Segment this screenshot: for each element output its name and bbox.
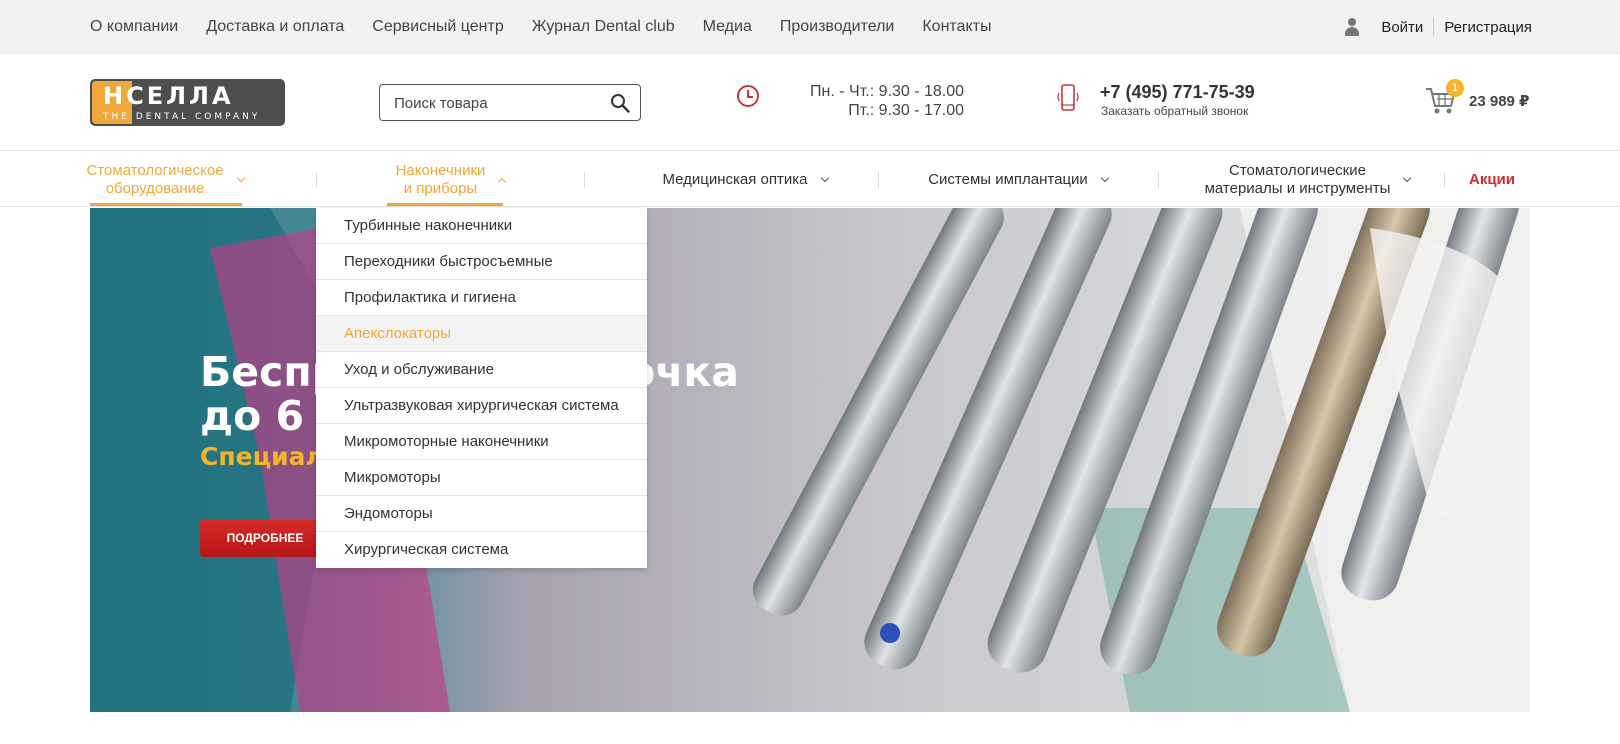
cart-total: 23 989 ₽ (1469, 93, 1530, 110)
cart[interactable]: 1 23 989 ₽ (1425, 79, 1533, 124)
nav-link-journal[interactable]: Журнал Dental club (532, 18, 675, 36)
divider (1444, 172, 1445, 188)
user-icon (1345, 18, 1360, 36)
dropdown-item-ultrasonic-surgery[interactable]: Ультразвуковая хирургическая система (316, 388, 647, 424)
divider (1433, 18, 1435, 36)
category-label: Системы имплантации (928, 170, 1088, 188)
handpieces-dropdown-menu: Турбинные наконечники Переходники быстро… (316, 208, 647, 568)
nav-link-contacts[interactable]: Контакты (922, 18, 991, 36)
search-box (379, 84, 641, 121)
dropdown-item-turbine-handpieces[interactable]: Турбинные наконечники (316, 208, 647, 244)
register-link[interactable]: Регистрация (1444, 19, 1532, 36)
dropdown-item-care-maintenance[interactable]: Уход и обслуживание (316, 352, 647, 388)
cart-count-badge: 1 (1446, 79, 1464, 97)
dropdown-item-endomotors[interactable]: Эндомоторы (316, 496, 647, 532)
nav-link-media[interactable]: Медиа (703, 18, 752, 36)
login-link[interactable]: Войти (1381, 19, 1423, 36)
chevron-up-icon (498, 177, 507, 186)
category-dental-materials[interactable]: Стоматологические материалы и инструменты (1185, 152, 1430, 207)
divider (584, 172, 585, 188)
top-bar: О компании Доставка и оплата Сервисный ц… (0, 0, 1620, 54)
category-label-line2: материалы и инструменты (1204, 179, 1391, 197)
category-label-line1: Стоматологическое (86, 161, 224, 179)
category-handpieces[interactable]: Наконечники и приборы (378, 152, 523, 207)
category-medical-optics[interactable]: Медицинская оптика (640, 152, 850, 207)
category-label: Медицинская оптика (662, 170, 808, 188)
category-label-line2: и приборы (403, 179, 478, 197)
divider (878, 172, 879, 188)
mobile-phone-icon (1057, 84, 1079, 111)
dropdown-item-surgical-system[interactable]: Хирургическая система (316, 532, 647, 568)
dropdown-item-quick-couplers[interactable]: Переходники быстросъемные (316, 244, 647, 280)
active-underline (90, 203, 242, 206)
logo-title: НСЕЛЛА (103, 82, 234, 110)
more-button[interactable]: ПОДРОБНЕЕ (200, 520, 330, 557)
divider (1158, 172, 1159, 188)
search-input[interactable] (394, 92, 594, 114)
nav-link-manufacturers[interactable]: Производители (780, 18, 895, 36)
chevron-down-icon (1403, 173, 1412, 182)
category-implant-systems[interactable]: Системы имплантации (918, 152, 1118, 207)
site-header: НСЕЛЛА THE DENTAL COMPANY Пн. - Чт.: 9.3… (0, 54, 1620, 151)
auth-links: Войти Регистрация (1345, 0, 1532, 54)
category-navigation: Стоматологическое оборудование Наконечник… (0, 152, 1620, 207)
nav-link-about[interactable]: О компании (90, 18, 178, 36)
search-icon[interactable] (610, 93, 630, 113)
divider (316, 172, 317, 188)
logo-tagline: THE DENTAL COMPANY (103, 112, 261, 122)
category-dental-equipment[interactable]: Стоматологическое оборудование (80, 152, 250, 207)
dropdown-item-prophylaxis[interactable]: Профилактика и гигиена (316, 280, 647, 316)
clock-icon (737, 85, 759, 107)
banner-subtitle: Специал (200, 442, 324, 471)
phone-number[interactable]: +7 (495) 771-75-39 (1100, 82, 1255, 103)
dropdown-item-micromotor-handpieces[interactable]: Микромоторные наконечники (316, 424, 647, 460)
site-logo[interactable]: НСЕЛЛА THE DENTAL COMPANY (90, 79, 285, 126)
hours-weekdays: Пн. - Чт.: 9.30 - 18.00 (810, 83, 964, 100)
category-label-line2: оборудование (105, 179, 205, 197)
category-label-line1: Стоматологические (1229, 161, 1366, 179)
category-label-line1: Наконечники (395, 161, 486, 179)
dropdown-item-apex-locators[interactable]: Апекслокаторы (316, 316, 647, 352)
category-promotions[interactable]: Акции (1462, 152, 1522, 207)
chevron-down-icon (236, 173, 245, 182)
nav-link-service[interactable]: Сервисный центр (372, 18, 503, 36)
chevron-down-icon (1100, 173, 1110, 182)
top-navigation: О компании Доставка и оплата Сервисный ц… (90, 0, 991, 54)
hours-friday: Пт.: 9.30 - 17.00 (848, 102, 964, 119)
hero-banner[interactable]: Беспр очка до 6 м Специал ПОДРОБНЕЕ (90, 208, 1530, 712)
active-underline (387, 203, 503, 206)
callback-link[interactable]: Заказать обратный звонок (1101, 104, 1248, 118)
chevron-down-icon (820, 173, 829, 182)
nav-link-delivery[interactable]: Доставка и оплата (206, 18, 344, 36)
dropdown-item-micromotors[interactable]: Микромоторы (316, 460, 647, 496)
category-label: Акции (1468, 170, 1515, 188)
